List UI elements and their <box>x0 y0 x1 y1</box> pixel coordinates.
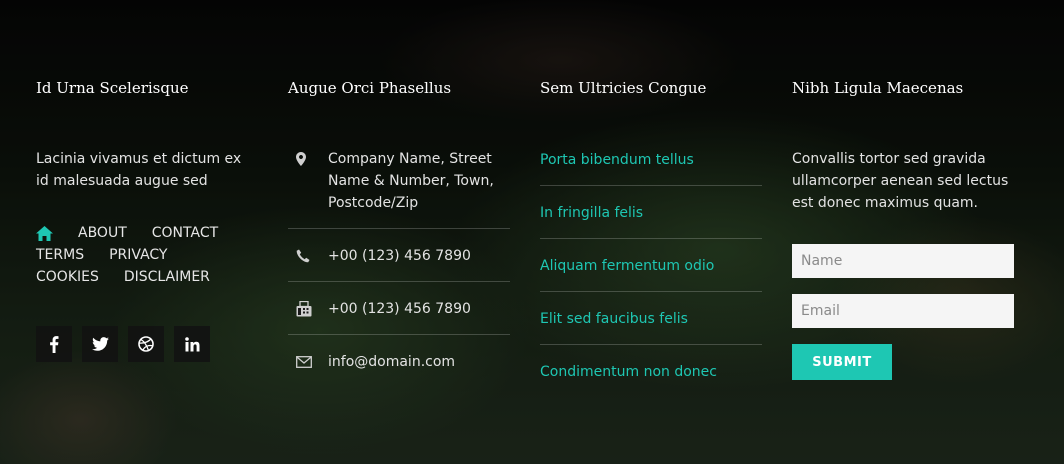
social-links <box>36 326 220 362</box>
envelope-icon <box>288 351 328 373</box>
newsletter-text: Convallis tortor sed gravida ullamcorper… <box>792 151 1009 211</box>
footer-nav: ABOUT CONTACT TERMS PRIVACY COOKIES DISC… <box>36 222 256 288</box>
linkedin-icon <box>184 336 199 351</box>
email-text[interactable]: info@domain.com <box>328 351 455 373</box>
fax-text: +00 (123) 456 7890 <box>328 301 471 317</box>
footer-link[interactable]: Condimentum non donec <box>540 364 717 380</box>
contact-fax: +00 (123) 456 7890 <box>288 298 510 335</box>
footer-link[interactable]: In fringilla felis <box>540 205 643 221</box>
about-text: Lacinia vivamus et dictum ex id malesuad… <box>36 151 242 189</box>
column-title: Sem Ultricies Congue <box>540 79 707 97</box>
fax-icon <box>288 298 328 320</box>
column-title: Id Urna Scelerisque <box>36 79 189 97</box>
nav-row: COOKIES DISCLAIMER <box>36 266 256 288</box>
contact-address: Company Name, Street Name & Number, Town… <box>288 148 510 229</box>
list-item: Porta bibendum tellus <box>540 148 762 186</box>
nav-link-privacy[interactable]: PRIVACY <box>109 247 167 263</box>
footer: Id Urna Scelerisque Lacinia vivamus et d… <box>0 0 1064 464</box>
contact-phone: +00 (123) 456 7890 <box>288 245 510 282</box>
footer-link[interactable]: Porta bibendum tellus <box>540 152 694 168</box>
column-title: Nibh Ligula Maecenas <box>792 79 964 97</box>
home-icon[interactable] <box>36 225 53 241</box>
nav-link-terms[interactable]: TERMS <box>36 247 84 263</box>
dribbble-icon <box>138 336 154 352</box>
twitter-button[interactable] <box>82 326 118 362</box>
column-title: Augue Orci Phasellus <box>288 79 452 97</box>
nav-row: ABOUT CONTACT <box>36 222 256 244</box>
name-field[interactable] <box>792 244 1014 278</box>
link-list: Porta bibendum tellus In fringilla felis… <box>540 148 762 412</box>
map-marker-icon <box>288 148 328 170</box>
submit-button[interactable]: SUBMIT <box>792 344 892 380</box>
contact-email: info@domain.com <box>288 351 510 387</box>
phone-icon <box>288 245 328 267</box>
linkedin-button[interactable] <box>174 326 210 362</box>
email-field[interactable] <box>792 294 1014 328</box>
nav-row: TERMS PRIVACY <box>36 244 256 266</box>
contact-list: Company Name, Street Name & Number, Town… <box>288 148 510 403</box>
footer-link[interactable]: Aliquam fermentum odio <box>540 258 714 274</box>
phone-text[interactable]: +00 (123) 456 7890 <box>328 245 471 267</box>
nav-link-contact[interactable]: CONTACT <box>152 225 218 241</box>
footer-link[interactable]: Elit sed faucibus felis <box>540 311 688 327</box>
address-text: Company Name, Street Name & Number, Town… <box>328 151 494 211</box>
twitter-icon <box>91 337 109 351</box>
nav-link-about[interactable]: ABOUT <box>78 225 127 241</box>
list-item: Elit sed faucibus felis <box>540 307 762 345</box>
dribbble-button[interactable] <box>128 326 164 362</box>
facebook-icon <box>50 335 59 353</box>
list-item: In fringilla felis <box>540 201 762 239</box>
nav-link-disclaimer[interactable]: DISCLAIMER <box>124 269 210 285</box>
facebook-button[interactable] <box>36 326 72 362</box>
list-item: Aliquam fermentum odio <box>540 254 762 292</box>
list-item: Condimentum non donec <box>540 360 762 397</box>
nav-link-cookies[interactable]: COOKIES <box>36 269 99 285</box>
